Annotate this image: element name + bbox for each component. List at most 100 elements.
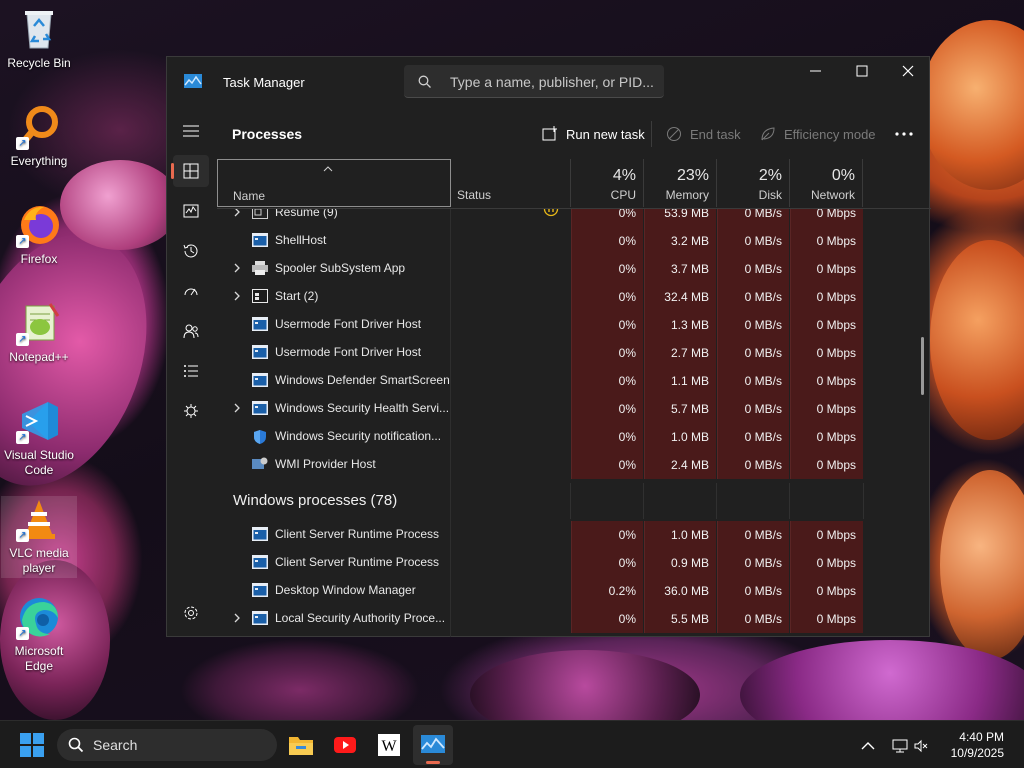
column-divider [570, 483, 571, 519]
recycle-bin-icon [16, 6, 62, 52]
run-new-task-button[interactable]: Run new task [542, 123, 645, 145]
group-header-windows-processes[interactable]: Windows processes (78) [217, 483, 931, 519]
column-header-network[interactable]: 0% Network [789, 159, 863, 207]
efficiency-mode-button[interactable]: Efficiency mode [760, 123, 876, 145]
desktop-icon-vscode[interactable]: ↗ Visual Studio Code [1, 398, 77, 478]
nav-processes[interactable] [171, 155, 209, 187]
chevron-right-icon[interactable] [233, 291, 241, 301]
column-header-name[interactable]: Name [217, 159, 451, 207]
navigation-rail [167, 107, 215, 637]
table-row[interactable]: Resume (9) 0% 53.9 MB 0 MB/s 0 Mbps [217, 209, 931, 227]
memory-cell: 2.4 MB [644, 451, 716, 479]
shortcut-arrow-icon: ↗ [16, 627, 29, 640]
taskbar-youtube[interactable] [325, 725, 365, 765]
table-row[interactable]: Windows Security notification... 0% 1.0 MB… [217, 423, 931, 451]
close-button[interactable] [885, 57, 931, 87]
search-box[interactable] [404, 65, 664, 98]
table-row[interactable]: Usermode Font Driver Host 0% 1.3 MB 0 MB/s 0… [217, 311, 931, 339]
nav-startup-apps[interactable] [173, 275, 209, 307]
nav-users[interactable] [173, 315, 209, 347]
table-row[interactable]: Start (2) 0% 32.4 MB 0 MB/s 0 Mbps [217, 283, 931, 311]
desktop-icon-edge[interactable]: ↗ Microsoft Edge [1, 594, 77, 674]
start-button[interactable] [12, 725, 52, 765]
desktop-icon-notepadpp[interactable]: ↗ Notepad++ [1, 300, 77, 365]
nav-menu-button[interactable] [173, 115, 209, 147]
more-options-button[interactable] [895, 123, 921, 145]
nav-app-history[interactable] [173, 235, 209, 267]
table-row[interactable]: Windows Security Health Servi... 0% 5.7 MB… [217, 395, 931, 423]
table-row[interactable]: ShellHost 0% 3.2 MB 0 MB/s 0 Mbps [217, 227, 931, 255]
desktop-icon-recycle-bin[interactable]: Recycle Bin [1, 6, 77, 71]
maximize-button[interactable] [839, 57, 885, 87]
memory-cell: 5.5 MB [644, 605, 716, 633]
desktop-icon-firefox[interactable]: ↗ Firefox [1, 202, 77, 267]
search-input[interactable] [450, 65, 655, 98]
title-bar[interactable]: Task Manager [167, 57, 931, 107]
clock-date: 10/9/2025 [950, 746, 1004, 760]
nav-details[interactable] [173, 355, 209, 387]
process-name: WMI Provider Host [275, 457, 376, 471]
hamburger-icon [183, 125, 199, 137]
process-icon [252, 401, 268, 415]
paused-status-icon [543, 209, 559, 217]
notepadpp-icon: ↗ [16, 300, 62, 346]
desktop-icon-everything[interactable]: ↗ Everything [1, 104, 77, 169]
chevron-right-icon[interactable] [233, 263, 241, 273]
page-title: Processes [232, 126, 303, 142]
nav-services[interactable] [173, 395, 209, 427]
table-row[interactable]: WMI Provider Host 0% 2.4 MB 0 MB/s 0 Mbps [217, 451, 931, 479]
table-row-partial[interactable] [217, 633, 931, 637]
cpu-cell: 0% [571, 283, 643, 311]
process-name: Windows Security Health Servi... [275, 401, 450, 415]
table-row[interactable]: Windows Defender SmartScreen 0% 1.1 MB 0 MB… [217, 367, 931, 395]
column-divider [863, 483, 864, 519]
cpu-cell: 0% [571, 311, 643, 339]
end-task-icon [667, 127, 681, 141]
vertical-scrollbar[interactable] [921, 337, 924, 395]
taskbar-task-manager[interactable] [413, 725, 453, 765]
minimize-button[interactable] [793, 57, 839, 87]
efficiency-mode-label: Efficiency mode [784, 126, 876, 142]
desktop-icon-label: Notepad++ [9, 350, 69, 364]
column-name-label: Name [233, 189, 266, 203]
disk-cell: 0 MB/s [717, 367, 789, 395]
nav-settings[interactable] [173, 597, 209, 629]
desktop-icon-vlc[interactable]: ↗ VLC media player [1, 496, 77, 578]
chevron-right-icon[interactable] [233, 403, 241, 413]
process-icon [252, 261, 268, 275]
table-row[interactable]: Local Security Authority Proce... 0% 5.5 M… [217, 605, 931, 633]
table-row[interactable]: Usermode Font Driver Host 0% 2.7 MB 0 MB/s 0… [217, 339, 931, 367]
sort-ascending-icon [323, 166, 333, 172]
column-header-cpu[interactable]: 4% CPU [570, 159, 643, 207]
cpu-cell: 0% [571, 605, 643, 633]
taskbar-file-explorer[interactable] [281, 725, 321, 765]
cpu-cell: 0% [571, 549, 643, 577]
table-row[interactable]: Client Server Runtime Process 0% 1.0 MB 0 M… [217, 521, 931, 549]
desktop-icon-label: Recycle Bin [7, 56, 71, 70]
task-manager-logo-icon [184, 74, 202, 88]
column-header-status[interactable]: Status [457, 188, 491, 202]
nav-performance[interactable] [173, 195, 209, 227]
network-cell: 0 Mbps [790, 311, 863, 339]
column-header-disk[interactable]: 2% Disk [716, 159, 789, 207]
taskbar-wikipedia[interactable]: W [369, 725, 409, 765]
file-explorer-icon [289, 737, 313, 755]
chevron-right-icon[interactable] [233, 613, 241, 623]
show-hidden-icons-button[interactable] [850, 725, 886, 765]
table-row[interactable]: Client Server Runtime Process 0% 0.9 MB 0 M… [217, 549, 931, 577]
network-volume-tray[interactable] [886, 725, 938, 765]
column-header-memory[interactable]: 23% Memory [643, 159, 716, 207]
table-row[interactable]: Desktop Window Manager 0.2% 36.0 MB 0 MB/s 0… [217, 577, 931, 605]
maximize-icon [856, 65, 868, 77]
taskbar-search[interactable]: Search [57, 729, 277, 761]
chevron-right-icon[interactable] [233, 209, 241, 217]
processes-icon [183, 163, 199, 179]
process-name: ShellHost [275, 233, 327, 247]
network-cell: 0 Mbps [790, 577, 863, 605]
table-row[interactable]: Spooler SubSystem App 0% 3.7 MB 0 MB/s 0 Mbp… [217, 255, 931, 283]
svg-text:W: W [381, 738, 397, 755]
system-clock[interactable]: 4:40 PM 10/9/2025 [944, 729, 1004, 761]
network-cell: 0 Mbps [790, 283, 863, 311]
network-cell: 0 Mbps [790, 395, 863, 423]
end-task-button[interactable]: End task [666, 123, 741, 145]
